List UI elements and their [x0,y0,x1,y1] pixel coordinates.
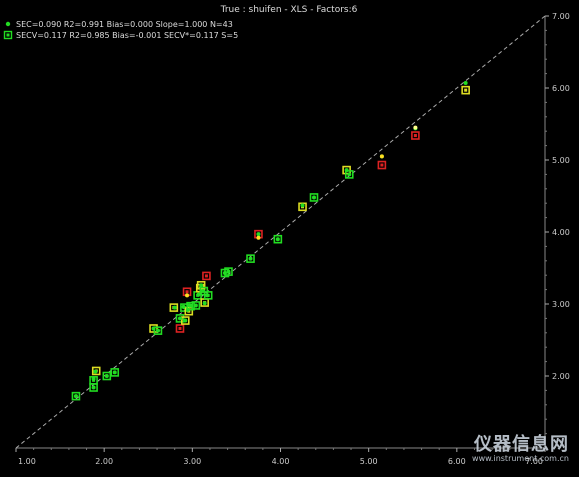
sec-point [226,269,231,274]
sec-point [183,318,188,323]
sec-point [205,293,210,298]
x-tick-label: 1.00 [18,457,36,466]
sec-point [91,376,96,381]
sec-point [151,326,156,331]
chart-title: True : shuifen - XLS - Factors:6 [220,5,358,15]
x-tick-label: 5.00 [360,457,378,466]
legend-marker-secv-center [6,33,10,37]
sec-point [196,292,201,297]
sec-point [104,374,109,378]
secv-point-center [185,290,189,294]
y-tick-label: 7.00 [552,12,570,21]
y-tick-label: 5.00 [552,156,570,165]
legend-label-sec: SEC=0.090 R2=0.991 Bias=0.000 Slope=1.00… [16,20,233,29]
sec-point [112,370,117,375]
sec-point [312,195,317,200]
x-tick-label: 3.00 [183,457,201,466]
secv-point-center [178,326,182,330]
sec-point [275,237,280,242]
sec-point [187,303,192,308]
x-tick-label: 6.00 [448,457,466,466]
sec-point-highlight [185,293,190,298]
sec-point-highlight [413,125,418,130]
sec-point-highlight [256,235,261,240]
legend-marker-sec [5,21,11,27]
watermark-text: 仪器信息网 [474,434,569,455]
sec-point [155,328,160,333]
sec-point [185,307,190,312]
sec-point [172,305,177,310]
secv-point-center [380,163,384,167]
sec-point [200,289,205,294]
sec-point [256,232,261,237]
y-tick-label: 3.00 [552,300,570,309]
sec-point [347,172,352,177]
sec-point [199,283,204,288]
sec-point [93,369,98,374]
x-tick-label: 4.00 [272,457,290,466]
secv-point-center [204,274,208,278]
y-tick-label: 2.00 [552,372,570,381]
sec-point [248,256,253,261]
chart: True : shuifen - XLS - Factors:6 1.00 2.0… [0,0,579,473]
sec-point-highlight [379,154,384,159]
x-tick-label: 2.00 [95,457,113,466]
sec-point [202,301,207,306]
sec-point [344,168,349,173]
sec-point [300,203,305,208]
sec-point [73,394,78,399]
secv-point-center [413,134,417,138]
secv-point-center [464,88,468,92]
sec-point [222,271,227,276]
y-tick-label: 6.00 [552,84,570,93]
watermark-subtext: www.instrument.com.cn [472,454,569,463]
sec-point [177,316,182,321]
sec-point [463,80,468,85]
scatter-plot: True : shuifen - XLS - Factors:6 1.00 2.0… [0,0,579,473]
y-tick-label: 4.00 [552,228,570,237]
sec-point [181,304,186,309]
sec-point [91,385,96,390]
watermark: 仪器信息网 www.instrument.com.cn [472,430,569,463]
legend-label-secv: SECV=0.117 R2=0.985 Bias=-0.001 SECV*=0.… [16,31,238,40]
sec-point [193,303,198,308]
